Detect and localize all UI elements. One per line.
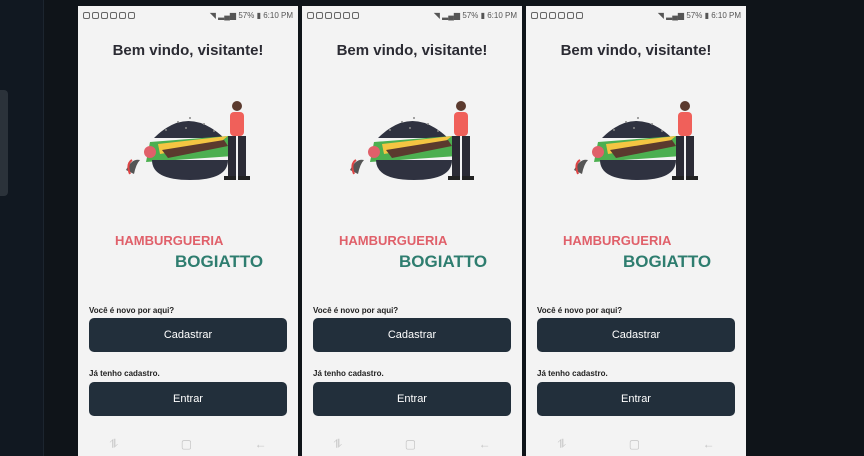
- have-account-label: Já tenho cadastro.: [537, 369, 608, 378]
- back-icon[interactable]: ←: [479, 437, 491, 451]
- side-panel-tab[interactable]: [0, 90, 8, 196]
- have-account-label: Já tenho cadastro.: [89, 369, 160, 378]
- burger-illustration: [350, 101, 474, 180]
- register-button[interactable]: Cadastrar: [89, 318, 287, 352]
- login-button[interactable]: Entrar: [89, 382, 287, 416]
- status-time: 6:10 PM: [263, 10, 293, 20]
- battery-icon: ▮: [480, 10, 485, 20]
- editor-side-panel: [0, 0, 44, 456]
- battery-icon: ▮: [704, 10, 709, 20]
- phone-screen-1: ◥ ▂▄▆ 57% ▮ 6:10 PM Bem vindo, visitante…: [78, 6, 298, 456]
- status-time: 6:10 PM: [711, 10, 741, 20]
- recent-apps-icon[interactable]: ⥮: [333, 437, 342, 452]
- burger-illustration: [126, 101, 250, 180]
- status-bar: ◥ ▂▄▆ 57% ▮ 6:10 PM: [526, 6, 746, 24]
- battery-level: 57%: [686, 10, 703, 20]
- status-bar: ◥ ▂▄▆ 57% ▮ 6:10 PM: [302, 6, 522, 24]
- login-button[interactable]: Entrar: [537, 382, 735, 416]
- welcome-title: Bem vindo, visitante!: [560, 42, 712, 59]
- android-nav-bar: ⥮ ▢ ←: [302, 432, 522, 456]
- notification-icons: [83, 11, 135, 19]
- brand-name-line2: BOGIATTO: [175, 252, 264, 271]
- new-here-label: Você é novo por aqui?: [313, 306, 399, 315]
- brand-name-line1: HAMBURGUERIA: [339, 233, 448, 248]
- status-time: 6:10 PM: [487, 10, 517, 20]
- android-nav-bar: ⥮ ▢ ←: [526, 432, 746, 456]
- phone-screen-3: ◥ ▂▄▆ 57% ▮ 6:10 PM Bem vindo, visitante…: [526, 6, 746, 456]
- back-icon[interactable]: ←: [703, 437, 715, 451]
- welcome-title: Bem vindo, visitante!: [336, 42, 488, 59]
- brand-name-line1: HAMBURGUERIA: [563, 233, 672, 248]
- brand-name-line1: HAMBURGUERIA: [115, 233, 224, 248]
- welcome-title: Bem vindo, visitante!: [112, 42, 264, 59]
- recent-apps-icon[interactable]: ⥮: [557, 437, 566, 452]
- wifi-signal-icon: ◥ ▂▄▆: [657, 10, 685, 20]
- brand-name-line2: BOGIATTO: [623, 252, 712, 271]
- battery-level: 57%: [238, 10, 255, 20]
- status-bar: ◥ ▂▄▆ 57% ▮ 6:10 PM: [78, 6, 298, 24]
- wifi-signal-icon: ◥ ▂▄▆: [433, 10, 461, 20]
- register-button[interactable]: Cadastrar: [313, 318, 511, 352]
- wifi-signal-icon: ◥ ▂▄▆: [209, 10, 237, 20]
- register-button[interactable]: Cadastrar: [537, 318, 735, 352]
- notification-icons: [531, 11, 583, 19]
- new-here-label: Você é novo por aqui?: [537, 306, 623, 315]
- android-nav-bar: ⥮ ▢ ←: [78, 432, 298, 456]
- have-account-label: Já tenho cadastro.: [313, 369, 384, 378]
- login-button[interactable]: Entrar: [313, 382, 511, 416]
- back-icon[interactable]: ←: [255, 437, 267, 451]
- recent-apps-icon[interactable]: ⥮: [109, 437, 118, 452]
- burger-illustration: [574, 101, 698, 180]
- home-icon[interactable]: ▢: [181, 437, 192, 451]
- battery-level: 57%: [462, 10, 479, 20]
- home-icon[interactable]: ▢: [629, 437, 640, 451]
- phone-screen-2: ◥ ▂▄▆ 57% ▮ 6:10 PM Bem vindo, visitante…: [302, 6, 522, 456]
- home-icon[interactable]: ▢: [405, 437, 416, 451]
- new-here-label: Você é novo por aqui?: [89, 306, 175, 315]
- notification-icons: [307, 11, 359, 19]
- battery-icon: ▮: [256, 10, 261, 20]
- brand-name-line2: BOGIATTO: [399, 252, 488, 271]
